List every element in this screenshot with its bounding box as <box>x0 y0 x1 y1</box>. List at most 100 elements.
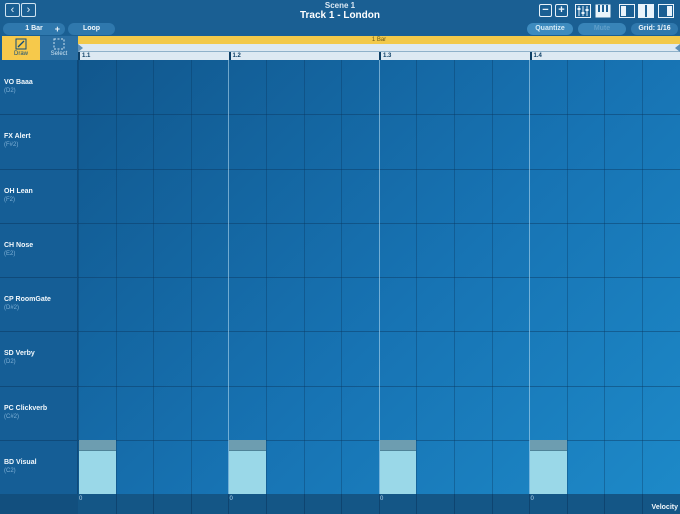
note-grid[interactable] <box>78 60 680 494</box>
zoom-in-button[interactable]: + <box>555 4 568 17</box>
select-tool-button[interactable]: Select <box>40 36 78 60</box>
select-tool-label: Select <box>50 51 68 57</box>
pencil-icon <box>15 38 27 50</box>
step-gridline <box>153 60 155 494</box>
step-gridline <box>454 60 455 494</box>
lane-name: CH Nose <box>4 241 34 249</box>
track-title: Track 1 - London <box>299 10 380 21</box>
velocity-gridline <box>303 494 305 514</box>
lane-name: VO Baaa <box>4 79 33 86</box>
beat-gridline <box>378 60 380 494</box>
velocity-gridline <box>115 494 117 514</box>
lane-label[interactable]: OH Lean (F2) <box>4 187 33 205</box>
forward-button[interactable]: › <box>21 3 36 17</box>
lane-separator <box>0 385 78 387</box>
velocity-gridline <box>491 494 493 514</box>
ruler-mark: 1.3 <box>383 53 392 59</box>
minus-icon: − <box>542 4 549 16</box>
title-bar: ‹ › Scene 1 Track 1 - London − + <box>0 0 680 22</box>
lane-separator <box>0 439 78 441</box>
velocity-value: 0 <box>229 496 233 502</box>
lane-label[interactable]: CP RoomGate (D#2) <box>4 295 51 313</box>
step-gridline <box>566 60 568 494</box>
midi-note[interactable] <box>229 439 266 494</box>
lane-label[interactable]: CH Nose (E2) <box>4 241 33 259</box>
lane-separator <box>0 114 78 116</box>
lane-label[interactable]: FX Alert (F#2) <box>4 132 31 150</box>
layout-left-icon <box>619 4 635 18</box>
layout-split-button[interactable] <box>638 4 654 18</box>
step-gridline <box>341 60 343 494</box>
beat-gridline <box>529 60 531 494</box>
step-gridline <box>266 60 267 494</box>
velocity-lane: 0 0 0 0 Velocity <box>0 494 680 514</box>
step-gridline <box>78 60 79 494</box>
scene-title: Scene 1 <box>324 1 356 10</box>
layout-left-button[interactable] <box>619 4 635 18</box>
velocity-gridline <box>454 494 455 514</box>
step-gridline <box>491 60 493 494</box>
draw-tool-button[interactable]: Draw <box>2 36 40 60</box>
lane-separator <box>0 222 78 224</box>
lane-note: (D2) <box>4 359 16 366</box>
midi-note[interactable] <box>379 439 417 494</box>
lane-labels: VO Baaa (D2) FX Alert (F#2) OH Lean (F2) CH No… <box>0 60 78 494</box>
lane-name: FX Alert <box>4 133 31 141</box>
step-gridline <box>604 60 606 494</box>
piano-roll-editor: ‹ › Scene 1 Track 1 - London − + 1 Bar +… <box>0 0 680 514</box>
step-gridline <box>416 60 418 494</box>
lane-note: (C2) <box>4 467 16 474</box>
chevron-left-icon: ‹ <box>10 4 15 16</box>
ruler-mark: 1.1 <box>82 53 91 59</box>
velocity-gridline <box>153 494 155 514</box>
lane-note: (F2) <box>4 196 15 203</box>
mute-button[interactable]: Mute <box>578 23 626 35</box>
lane-note: (E2) <box>4 250 16 257</box>
lane-note: (D#2) <box>4 305 20 311</box>
note-header <box>379 439 417 451</box>
lane-note: (C#2) <box>4 413 20 420</box>
step-gridline <box>115 60 117 494</box>
clip-length-button[interactable]: 1 Bar + <box>3 23 65 35</box>
step-gridline <box>642 60 643 494</box>
loop-end-handle[interactable] <box>675 44 680 52</box>
back-button[interactable]: ‹ <box>5 3 20 17</box>
lane-separator <box>0 168 78 170</box>
quantize-label: Quantize <box>535 25 565 32</box>
lane-label[interactable]: BD Visual (C2) <box>4 458 37 476</box>
midi-note[interactable] <box>79 439 116 494</box>
zoom-out-button[interactable]: − <box>539 4 552 17</box>
timeline-ruler[interactable]: 1.1 1.2 1.3 1.4 <box>78 44 680 60</box>
keyboard-button[interactable] <box>595 4 611 18</box>
midi-note[interactable] <box>530 439 567 494</box>
lane-label[interactable]: PC Clickverb (C#2) <box>4 404 47 422</box>
velocity-gridline <box>566 494 568 514</box>
mixer-icon <box>575 4 591 18</box>
velocity-grid[interactable]: 0 0 0 0 <box>78 494 680 514</box>
mute-label: Mute <box>593 25 611 32</box>
layout-split-icon <box>638 4 654 18</box>
loop-label: Loop <box>82 25 101 32</box>
grid-label: Grid: 1/16 <box>638 25 671 32</box>
layout-right-button[interactable] <box>658 4 674 18</box>
lane-note: (D2) <box>4 88 16 94</box>
lane-separator <box>0 277 78 278</box>
lane-label[interactable]: SD Verby (D2) <box>4 349 35 367</box>
note-body <box>379 450 417 494</box>
add-length-icon: + <box>54 24 60 34</box>
lane-name: OH Lean <box>4 187 33 195</box>
loop-region-bar[interactable]: 1 Bar <box>78 36 680 44</box>
note-header <box>530 439 567 451</box>
quantize-button[interactable]: Quantize <box>527 23 573 35</box>
lane-separator <box>0 331 78 333</box>
grid-button[interactable]: Grid: 1/16 <box>631 23 678 35</box>
loop-button[interactable]: Loop <box>68 23 115 35</box>
mixer-button[interactable] <box>575 4 591 18</box>
lane-label[interactable]: VO Baaa (D2) <box>4 78 33 96</box>
step-gridline <box>303 60 305 494</box>
loop-start-handle[interactable] <box>78 44 83 52</box>
ruler-mark: 1.2 <box>232 53 241 59</box>
toolbar: 1 Bar + Loop Quantize Mute Grid: 1/16 <box>0 22 680 36</box>
step-gridline <box>190 60 192 494</box>
ruler-tick <box>78 52 80 60</box>
